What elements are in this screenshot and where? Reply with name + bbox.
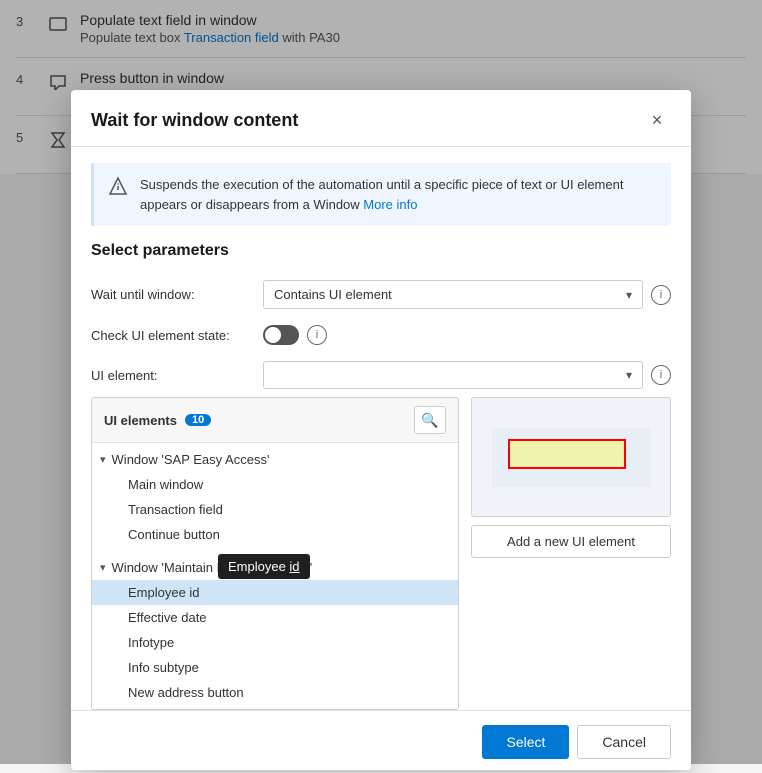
tree-item-main-window[interactable]: Main window xyxy=(92,472,458,497)
wait-until-dropdown[interactable]: Contains UI element ▾ xyxy=(263,280,643,309)
wait-until-value: Contains UI element xyxy=(274,287,392,302)
tree-item-effective-date[interactable]: Effective date xyxy=(92,605,458,630)
wait-until-row: Wait until window: Contains UI element ▾… xyxy=(71,272,691,317)
check-ui-state-toggle[interactable] xyxy=(263,325,299,345)
dropdown-arrow-icon: ▾ xyxy=(626,288,632,302)
hr-group-label: Window 'Maintain HR Master Data' xyxy=(112,560,313,575)
preview-panel: Add a new UI element xyxy=(471,397,671,710)
wait-until-info-icon[interactable]: i xyxy=(651,285,671,305)
tree-item-employee-id[interactable]: Employee id xyxy=(92,580,458,605)
sap-group-header[interactable]: ▾ Window 'SAP Easy Access' xyxy=(92,447,458,472)
tree-item-transaction-field[interactable]: Transaction field xyxy=(92,497,458,522)
preview-highlight xyxy=(508,439,627,469)
hr-group-header[interactable]: ▾ Window 'Maintain HR Master Data' xyxy=(92,555,458,580)
check-ui-state-label: Check UI element state: xyxy=(91,328,251,343)
expand-icon-sap: ▾ xyxy=(100,453,106,466)
tree-item-continue-button[interactable]: Continue button xyxy=(92,522,458,547)
tree-item-infotype[interactable]: Infotype xyxy=(92,630,458,655)
search-button[interactable]: 🔍 xyxy=(414,406,446,434)
ui-element-control: ▾ i xyxy=(263,361,671,389)
ui-element-info-icon[interactable]: i xyxy=(651,365,671,385)
wait-until-label: Wait until window: xyxy=(91,287,251,302)
more-info-link[interactable]: More info xyxy=(363,197,417,212)
info-banner-text: Suspends the execution of the automation… xyxy=(140,175,657,214)
info-banner: Suspends the execution of the automation… xyxy=(91,163,671,226)
ui-elements-label: UI elements xyxy=(104,413,177,428)
check-ui-state-info-icon[interactable]: i xyxy=(307,325,327,345)
modal-title: Wait for window content xyxy=(91,110,298,131)
modal-dialog: Wait for window content × Suspends the e… xyxy=(71,90,691,770)
ui-element-row: UI element: ▾ i xyxy=(71,353,691,397)
preview-inner xyxy=(492,428,650,487)
preview-box xyxy=(471,397,671,517)
cancel-button[interactable]: Cancel xyxy=(577,725,671,759)
select-button[interactable]: Select xyxy=(482,725,569,759)
modal-overlay: Wait for window content × Suspends the e… xyxy=(0,0,762,764)
wait-until-control: Contains UI element ▾ i xyxy=(263,280,671,309)
tree-item-info-subtype[interactable]: Info subtype xyxy=(92,655,458,680)
add-ui-element-button[interactable]: Add a new UI element xyxy=(471,525,671,558)
ui-elements-header: UI elements 10 🔍 xyxy=(92,398,458,443)
modal-header: Wait for window content × xyxy=(71,90,691,147)
tree-group-sap: ▾ Window 'SAP Easy Access' Main window T… xyxy=(92,443,458,551)
expand-icon-hr: ▾ xyxy=(100,561,106,574)
ui-element-dropdown-arrow-icon: ▾ xyxy=(626,368,632,382)
tree-group-hr: ▾ Window 'Maintain HR Master Data' Emplo… xyxy=(92,551,458,709)
tree-item-new-address-button[interactable]: New address button xyxy=(92,680,458,705)
info-banner-icon xyxy=(108,176,128,201)
ui-elements-count: 10 xyxy=(185,414,211,426)
sap-group-label: Window 'SAP Easy Access' xyxy=(112,452,270,467)
ui-element-dropdown[interactable]: ▾ xyxy=(263,361,643,389)
ui-elements-panel: UI elements 10 🔍 ▾ Window 'SAP Easy Acce… xyxy=(91,397,671,710)
close-button[interactable]: × xyxy=(643,106,671,134)
ui-element-label: UI element: xyxy=(91,368,251,383)
check-ui-state-control: i xyxy=(263,325,671,345)
check-ui-state-row: Check UI element state: i xyxy=(71,317,691,353)
section-title: Select parameters xyxy=(71,242,691,272)
ui-elements-list: UI elements 10 🔍 ▾ Window 'SAP Easy Acce… xyxy=(91,397,459,710)
